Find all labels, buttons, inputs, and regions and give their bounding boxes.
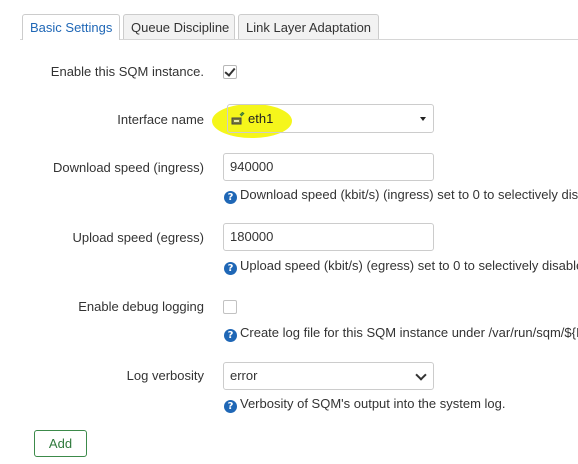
log-verbosity-select[interactable]: error bbox=[223, 362, 434, 390]
log-verbosity-value: error bbox=[230, 368, 258, 383]
help-icon: ? bbox=[224, 400, 237, 413]
network-port-icon bbox=[231, 112, 245, 125]
log-verbosity-label: Log verbosity bbox=[126, 368, 204, 383]
upload-speed-help: ? Upload speed (kbit/s) (egress) set to 0… bbox=[224, 258, 578, 275]
download-speed-help-text: Download speed (kbit/s) (ingress) set to… bbox=[240, 187, 578, 202]
help-icon: ? bbox=[224, 329, 237, 342]
download-speed-help: ? Download speed (kbit/s) (ingress) set t… bbox=[224, 187, 578, 204]
enable-sqm-checkbox[interactable] bbox=[223, 65, 237, 79]
enable-sqm-label: Enable this SQM instance. bbox=[50, 64, 204, 79]
download-speed-input[interactable]: 940000 bbox=[223, 153, 434, 181]
debug-logging-help: ? Create log file for this SQM instance u… bbox=[224, 325, 578, 342]
log-verbosity-help: ? Verbosity of SQM's output into the syst… bbox=[224, 396, 506, 413]
interface-select[interactable]: eth1 bbox=[227, 104, 434, 133]
tab-link-layer-adaptation[interactable]: Link Layer Adaptation bbox=[238, 14, 379, 39]
log-verbosity-help-text: Verbosity of SQM's output into the syste… bbox=[240, 396, 506, 411]
chevron-down-icon bbox=[415, 369, 427, 381]
debug-logging-label: Enable debug logging bbox=[78, 299, 204, 314]
interface-value: eth1 bbox=[248, 111, 274, 126]
checkmark-icon bbox=[224, 65, 236, 77]
debug-logging-checkbox[interactable] bbox=[223, 300, 237, 314]
upload-speed-label: Upload speed (egress) bbox=[72, 230, 204, 245]
add-button[interactable]: Add bbox=[34, 430, 87, 457]
tab-queue-discipline[interactable]: Queue Discipline bbox=[123, 14, 235, 39]
tab-bar: Basic Settings Queue Discipline Link Lay… bbox=[0, 0, 578, 40]
tab-basic-settings[interactable]: Basic Settings bbox=[22, 14, 120, 40]
download-speed-label: Download speed (ingress) bbox=[52, 160, 204, 175]
interface-name-label: Interface name bbox=[117, 112, 204, 127]
upload-speed-help-text: Upload speed (kbit/s) (egress) set to 0 … bbox=[240, 258, 578, 273]
help-icon: ? bbox=[224, 191, 237, 204]
upload-speed-input[interactable]: 180000 bbox=[223, 223, 434, 251]
help-icon: ? bbox=[224, 262, 237, 275]
debug-logging-help-text: Create log file for this SQM instance un… bbox=[240, 325, 578, 340]
caret-down-icon bbox=[420, 117, 426, 121]
